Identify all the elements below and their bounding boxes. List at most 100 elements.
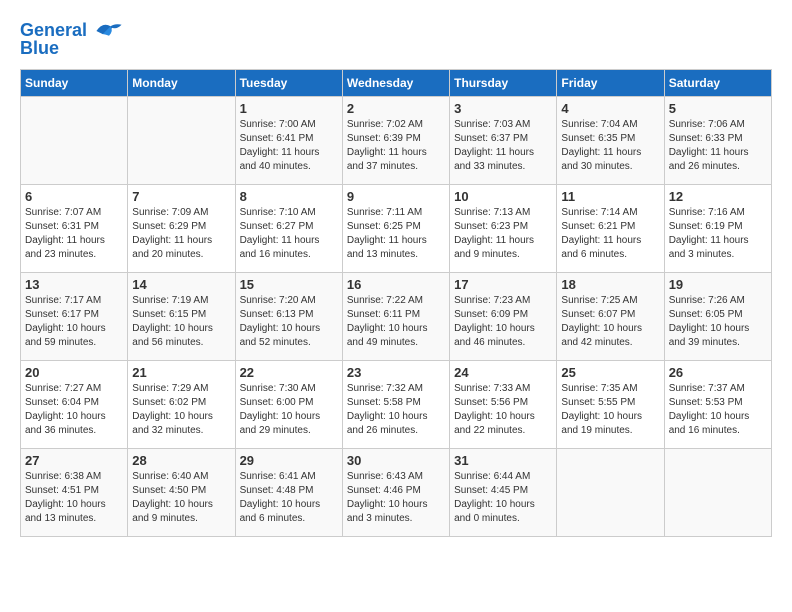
day-number: 11 [561,189,659,204]
calendar-cell: 23 Sunrise: 7:32 AM Sunset: 5:58 PM Dayli… [342,361,449,449]
calendar-cell: 1 Sunrise: 7:00 AM Sunset: 6:41 PM Daylig… [235,97,342,185]
calendar-cell: 22 Sunrise: 7:30 AM Sunset: 6:00 PM Dayli… [235,361,342,449]
day-info: Sunrise: 7:04 AM Sunset: 6:35 PM Dayligh… [561,118,659,174]
calendar-cell: 15 Sunrise: 7:20 AM Sunset: 6:13 PM Dayli… [235,273,342,361]
day-number: 14 [132,277,230,292]
day-info: Sunrise: 7:32 AM Sunset: 5:58 PM Dayligh… [347,382,445,438]
calendar-cell: 25 Sunrise: 7:35 AM Sunset: 5:55 PM Dayli… [557,361,664,449]
weekday-header-thursday: Thursday [450,70,557,97]
calendar-cell: 10Sunrise: 7:13 AM Sunset: 6:23 PM Dayli… [450,185,557,273]
day-number: 8 [240,189,338,204]
day-number: 5 [669,101,767,116]
calendar-cell: 8 Sunrise: 7:10 AM Sunset: 6:27 PM Daylig… [235,185,342,273]
day-info: Sunrise: 7:30 AM Sunset: 6:00 PM Dayligh… [240,382,338,438]
day-info: Sunrise: 7:35 AM Sunset: 5:55 PM Dayligh… [561,382,659,438]
day-info: Sunrise: 7:25 AM Sunset: 6:07 PM Dayligh… [561,294,659,350]
day-number: 16 [347,277,445,292]
calendar-cell: 5 Sunrise: 7:06 AM Sunset: 6:33 PM Daylig… [664,97,771,185]
day-number: 10 [454,189,552,204]
weekday-header-monday: Monday [128,70,235,97]
day-number: 30 [347,453,445,468]
day-info: Sunrise: 7:17 AM Sunset: 6:17 PM Dayligh… [25,294,123,350]
calendar-cell: 4 Sunrise: 7:04 AM Sunset: 6:35 PM Daylig… [557,97,664,185]
day-info: Sunrise: 6:40 AM Sunset: 4:50 PM Dayligh… [132,470,230,526]
day-number: 28 [132,453,230,468]
calendar-cell: 9Sunrise: 7:11 AM Sunset: 6:25 PM Daylig… [342,185,449,273]
day-number: 17 [454,277,552,292]
day-number: 18 [561,277,659,292]
logo-bird-icon [94,20,124,42]
day-info: Sunrise: 7:02 AM Sunset: 6:39 PM Dayligh… [347,118,445,174]
day-number: 19 [669,277,767,292]
calendar-cell: 14 Sunrise: 7:19 AM Sunset: 6:15 PM Dayli… [128,273,235,361]
calendar-cell: 27 Sunrise: 6:38 AM Sunset: 4:51 PM Dayli… [21,449,128,537]
calendar-cell: 29 Sunrise: 6:41 AM Sunset: 4:48 PM Dayli… [235,449,342,537]
weekday-header-saturday: Saturday [664,70,771,97]
calendar-cell: 2 Sunrise: 7:02 AM Sunset: 6:39 PM Daylig… [342,97,449,185]
calendar-week-row: 27 Sunrise: 6:38 AM Sunset: 4:51 PM Dayli… [21,449,772,537]
day-info: Sunrise: 7:00 AM Sunset: 6:41 PM Dayligh… [240,118,338,174]
day-info: Sunrise: 7:06 AM Sunset: 6:33 PM Dayligh… [669,118,767,174]
calendar-cell [128,97,235,185]
day-info: Sunrise: 7:16 AM Sunset: 6:19 PM Dayligh… [669,206,767,262]
day-number: 20 [25,365,123,380]
day-number: 9 [347,189,445,204]
day-number: 6 [25,189,123,204]
weekday-header-friday: Friday [557,70,664,97]
calendar-cell: 12Sunrise: 7:16 AM Sunset: 6:19 PM Dayli… [664,185,771,273]
day-number: 2 [347,101,445,116]
calendar-cell [21,97,128,185]
day-info: Sunrise: 7:20 AM Sunset: 6:13 PM Dayligh… [240,294,338,350]
day-info: Sunrise: 7:29 AM Sunset: 6:02 PM Dayligh… [132,382,230,438]
calendar-cell: 24Sunrise: 7:33 AM Sunset: 5:56 PM Dayli… [450,361,557,449]
day-number: 1 [240,101,338,116]
day-info: Sunrise: 7:27 AM Sunset: 6:04 PM Dayligh… [25,382,123,438]
calendar-table: SundayMondayTuesdayWednesdayThursdayFrid… [20,69,772,537]
day-number: 22 [240,365,338,380]
calendar-cell: 16 Sunrise: 7:22 AM Sunset: 6:11 PM Dayli… [342,273,449,361]
weekday-header-sunday: Sunday [21,70,128,97]
calendar-cell: 21 Sunrise: 7:29 AM Sunset: 6:02 PM Dayli… [128,361,235,449]
day-info: Sunrise: 7:09 AM Sunset: 6:29 PM Dayligh… [132,206,230,262]
day-info: Sunrise: 7:26 AM Sunset: 6:05 PM Dayligh… [669,294,767,350]
calendar-cell: 3Sunrise: 7:03 AM Sunset: 6:37 PM Daylig… [450,97,557,185]
day-number: 15 [240,277,338,292]
day-info: Sunrise: 6:44 AM Sunset: 4:45 PM Dayligh… [454,470,552,526]
calendar-cell: 20 Sunrise: 7:27 AM Sunset: 6:04 PM Dayli… [21,361,128,449]
weekday-header-wednesday: Wednesday [342,70,449,97]
day-number: 23 [347,365,445,380]
calendar-cell: 17Sunrise: 7:23 AM Sunset: 6:09 PM Dayli… [450,273,557,361]
day-info: Sunrise: 7:03 AM Sunset: 6:37 PM Dayligh… [454,118,552,174]
weekday-header-tuesday: Tuesday [235,70,342,97]
page-header: General Blue [20,20,772,59]
calendar-cell: 7Sunrise: 7:09 AM Sunset: 6:29 PM Daylig… [128,185,235,273]
weekday-header-row: SundayMondayTuesdayWednesdayThursdayFrid… [21,70,772,97]
day-info: Sunrise: 6:38 AM Sunset: 4:51 PM Dayligh… [25,470,123,526]
day-number: 27 [25,453,123,468]
day-number: 29 [240,453,338,468]
day-number: 31 [454,453,552,468]
calendar-cell: 6Sunrise: 7:07 AM Sunset: 6:31 PM Daylig… [21,185,128,273]
calendar-week-row: 6Sunrise: 7:07 AM Sunset: 6:31 PM Daylig… [21,185,772,273]
day-info: Sunrise: 7:22 AM Sunset: 6:11 PM Dayligh… [347,294,445,350]
day-info: Sunrise: 7:14 AM Sunset: 6:21 PM Dayligh… [561,206,659,262]
calendar-cell [664,449,771,537]
day-info: Sunrise: 6:41 AM Sunset: 4:48 PM Dayligh… [240,470,338,526]
calendar-cell: 28 Sunrise: 6:40 AM Sunset: 4:50 PM Dayli… [128,449,235,537]
calendar-cell: 11 Sunrise: 7:14 AM Sunset: 6:21 PM Dayli… [557,185,664,273]
day-info: Sunrise: 6:43 AM Sunset: 4:46 PM Dayligh… [347,470,445,526]
day-number: 25 [561,365,659,380]
calendar-week-row: 13 Sunrise: 7:17 AM Sunset: 6:17 PM Dayli… [21,273,772,361]
logo: General Blue [20,20,124,59]
day-info: Sunrise: 7:10 AM Sunset: 6:27 PM Dayligh… [240,206,338,262]
day-info: Sunrise: 7:19 AM Sunset: 6:15 PM Dayligh… [132,294,230,350]
calendar-cell: 19 Sunrise: 7:26 AM Sunset: 6:05 PM Dayli… [664,273,771,361]
calendar-cell: 31 Sunrise: 6:44 AM Sunset: 4:45 PM Dayli… [450,449,557,537]
calendar-cell: 13 Sunrise: 7:17 AM Sunset: 6:17 PM Dayli… [21,273,128,361]
calendar-week-row: 1 Sunrise: 7:00 AM Sunset: 6:41 PM Daylig… [21,97,772,185]
calendar-cell: 26Sunrise: 7:37 AM Sunset: 5:53 PM Dayli… [664,361,771,449]
day-number: 26 [669,365,767,380]
day-number: 4 [561,101,659,116]
day-number: 13 [25,277,123,292]
day-number: 21 [132,365,230,380]
